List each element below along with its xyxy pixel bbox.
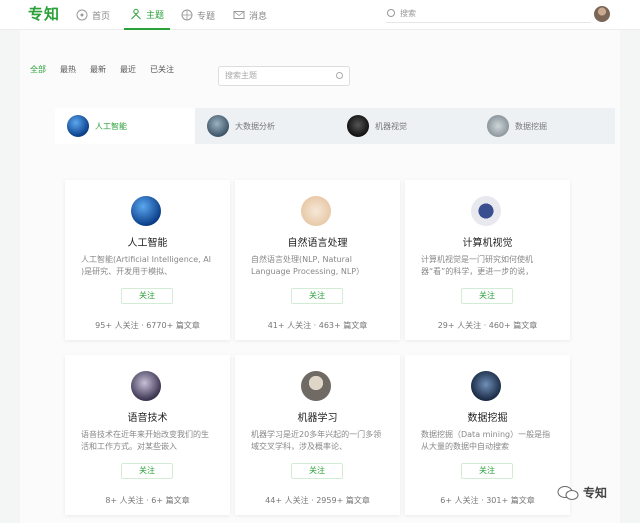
mining-icon	[471, 371, 501, 401]
tab-vision-label: 机器视觉	[375, 121, 407, 131]
speech-icon	[131, 371, 161, 401]
cv-icon	[471, 196, 501, 226]
filter-hot[interactable]: 最热	[60, 64, 76, 75]
filter-followed[interactable]: 已关注	[150, 64, 174, 75]
mail-icon	[233, 11, 245, 19]
avatar[interactable]	[594, 6, 610, 22]
ml-icon	[301, 371, 331, 401]
topic-card-cv[interactable]: 计算机视觉 计算机视觉是一门研究如何使机器“看”的科学，更进一步的说， 关注 2…	[405, 180, 570, 340]
nav-home[interactable]: 首页	[76, 0, 110, 30]
card-title: 语音技术	[127, 413, 168, 424]
topic-card-nlp[interactable]: 自然语言处理 自然语言处理(NLP, Natural Language Proc…	[235, 180, 400, 340]
mining-icon	[487, 115, 509, 137]
person-icon	[131, 8, 141, 20]
nav-topics[interactable]: 主题	[124, 0, 171, 30]
globe-icon	[181, 9, 193, 21]
card-description: 语音技术在近年来开始改变我们的生活和工作方式。对某些嵌入	[81, 430, 209, 451]
filter-new[interactable]: 最新	[90, 64, 106, 75]
tab-bigdata-label: 大数据分析	[235, 121, 275, 131]
search-icon	[336, 72, 343, 79]
watermark-text: 专知	[583, 486, 608, 500]
topic-card-speech[interactable]: 语音技术 语音技术在近年来开始改变我们的生活和工作方式。对某些嵌入 关注 8+ …	[65, 355, 230, 515]
card-title: 自然语言处理	[287, 238, 348, 249]
nav-messages[interactable]: 消息	[233, 0, 267, 30]
tab-vision[interactable]: 机器视觉	[335, 108, 475, 144]
topic-card-ml[interactable]: 机器学习 机器学习是近20多年兴起的一门多领域交叉学科，涉及概率论、 关注 44…	[235, 355, 400, 515]
follow-button[interactable]: 关注	[291, 288, 343, 304]
card-title: 人工智能	[127, 238, 168, 249]
follow-button[interactable]: 关注	[291, 463, 343, 479]
filter-bar: 全部 最热 最新 最近 已关注	[30, 64, 188, 75]
topic-search-placeholder: 搜索主题	[225, 71, 257, 80]
nav-special[interactable]: 专题	[181, 0, 215, 30]
follow-button[interactable]: 关注	[121, 463, 173, 479]
search-placeholder: 搜索	[400, 9, 416, 18]
card-stats: 8+ 人关注 · 6+ 篇文章	[105, 496, 190, 505]
tab-mining[interactable]: 数据挖掘	[475, 108, 615, 144]
tab-ai-label: 人工智能	[95, 121, 127, 131]
nav-topics-label: 主题	[146, 10, 165, 21]
nlp-icon	[301, 196, 331, 226]
card-stats: 29+ 人关注 · 460+ 篇文章	[437, 321, 538, 330]
nav-special-label: 专题	[197, 11, 216, 22]
topic-card-ai[interactable]: 人工智能 人工智能(Artificial Intelligence, AI )是…	[65, 180, 230, 340]
top-bar: 专知 首页 主题 专题 消息 搜索	[0, 0, 640, 30]
follow-button[interactable]: 关注	[461, 463, 513, 479]
card-description: 计算机视觉是一门研究如何使机器“看”的科学，更进一步的说，	[421, 255, 534, 276]
vision-icon	[347, 115, 369, 137]
card-description: 数据挖掘（Data mining）一般是指从大量的数据中自动搜索	[421, 430, 551, 451]
bigdata-icon	[207, 115, 229, 137]
follow-button[interactable]: 关注	[121, 288, 173, 304]
ai-globe-icon	[131, 196, 161, 226]
tab-mining-label: 数据挖掘	[515, 121, 547, 131]
tab-ai[interactable]: 人工智能	[55, 108, 195, 144]
topic-card-mining[interactable]: 数据挖掘 数据挖掘（Data mining）一般是指从大量的数据中自动搜索 关注…	[405, 355, 570, 515]
card-stats: 44+ 人关注 · 2959+ 篇文章	[265, 496, 370, 505]
search-icon	[387, 9, 395, 17]
filter-all[interactable]: 全部	[30, 64, 46, 75]
card-stats: 95+ 人关注 · 6770+ 篇文章	[95, 321, 200, 330]
card-description: 人工智能(Artificial Intelligence, AI )是研究、开发…	[81, 255, 212, 276]
wechat-icon	[557, 485, 579, 500]
category-tabs: 人工智能 大数据分析 机器视觉 数据挖掘	[55, 108, 615, 144]
nav-messages-label: 消息	[249, 11, 268, 22]
card-description: 自然语言处理(NLP, Natural Language Processing,…	[251, 255, 365, 276]
card-stats: 41+ 人关注 · 463+ 篇文章	[267, 321, 368, 330]
card-title: 数据挖掘	[467, 413, 508, 424]
follow-button[interactable]: 关注	[461, 288, 513, 304]
filter-recent[interactable]: 最近	[120, 64, 136, 75]
tab-bigdata[interactable]: 大数据分析	[195, 108, 335, 144]
watermark: 专知	[557, 484, 607, 501]
nav-home-label: 首页	[92, 11, 111, 22]
card-title: 计算机视觉	[462, 238, 513, 249]
card-title: 机器学习	[297, 413, 338, 424]
logo[interactable]: 专知	[28, 3, 60, 24]
topic-search-input[interactable]: 搜索主题	[218, 66, 350, 86]
card-description: 机器学习是近20多年兴起的一门多领域交叉学科，涉及概率论、	[251, 430, 382, 451]
ai-globe-icon	[67, 115, 89, 137]
search-input[interactable]: 搜索	[386, 6, 591, 23]
card-stats: 6+ 人关注 · 301+ 篇文章	[440, 496, 535, 505]
home-icon	[76, 9, 88, 21]
